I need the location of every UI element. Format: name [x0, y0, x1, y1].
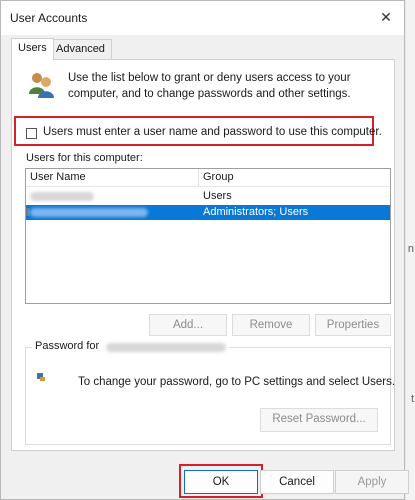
password-group: Password for To change your password, go…: [25, 340, 395, 445]
user-name-cell: [30, 206, 196, 220]
require-password-row[interactable]: Users must enter a user name and passwor…: [16, 120, 382, 146]
column-header-user-name[interactable]: User Name: [30, 171, 86, 183]
redacted-user-name: [30, 208, 148, 217]
group-cell: Administrators; Users: [203, 206, 309, 218]
properties-button[interactable]: Properties: [315, 314, 391, 336]
apply-button[interactable]: Apply: [335, 470, 409, 494]
close-button[interactable]: ✕: [368, 1, 404, 33]
users-for-computer-label: Users for this computer:: [26, 152, 143, 164]
description-text: Use the list below to grant or deny user…: [68, 72, 351, 100]
table-row[interactable]: Administrators; Users: [26, 205, 390, 220]
require-password-checkbox[interactable]: [26, 128, 37, 139]
close-icon: ✕: [380, 8, 392, 25]
users-icon: [29, 73, 54, 98]
title-bar: User Accounts ✕: [1, 1, 404, 35]
add-button[interactable]: Add...: [149, 314, 227, 336]
password-for-label: Password for: [35, 340, 100, 352]
users-list[interactable]: User Name Group Users Administrators; Us…: [25, 168, 391, 304]
background-fragment: t: [410, 393, 414, 405]
remove-button[interactable]: Remove: [232, 314, 310, 336]
redacted-user-name: [30, 192, 94, 201]
group-cell: Users: [203, 190, 232, 202]
user-name-cell: [30, 190, 196, 204]
window-title: User Accounts: [10, 11, 88, 25]
list-header: User Name Group: [26, 169, 390, 187]
password-group-title: Password for: [32, 340, 230, 352]
cancel-button[interactable]: Cancel: [260, 470, 334, 494]
table-row[interactable]: Users: [26, 189, 390, 204]
require-password-label[interactable]: Users must enter a user name and passwor…: [43, 126, 382, 138]
column-divider: [198, 169, 199, 186]
tab-advanced[interactable]: Advanced: [49, 39, 112, 59]
redacted-account-email: [106, 342, 227, 352]
reset-password-button[interactable]: Reset Password...: [260, 408, 378, 432]
column-header-group[interactable]: Group: [203, 171, 234, 183]
users-tab-panel: Use the list below to grant or deny user…: [11, 59, 395, 451]
tab-users[interactable]: Users: [11, 38, 54, 60]
user-accounts-dialog: User Accounts ✕ Users Advanced Use the l…: [0, 0, 409, 500]
ok-button[interactable]: OK: [184, 470, 258, 494]
change-password-text: To change your password, go to PC settin…: [78, 376, 396, 388]
background-fragment: n: [407, 243, 414, 255]
password-key-icon: [37, 373, 45, 381]
